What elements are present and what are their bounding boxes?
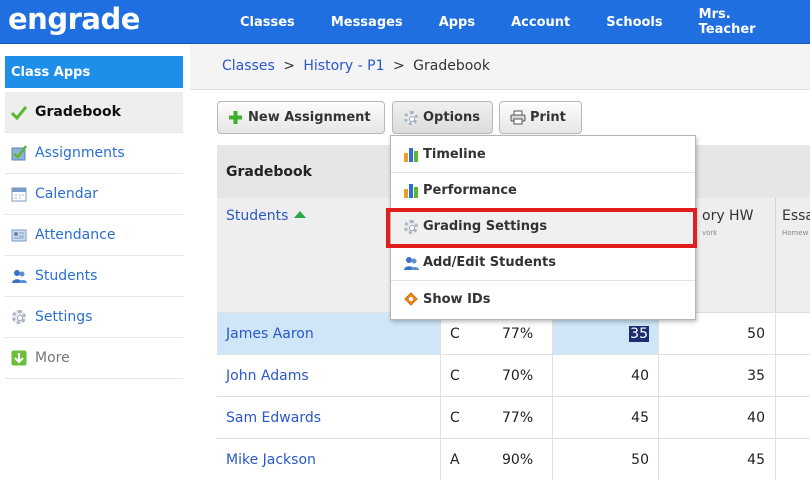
score-cell[interactable] <box>775 397 810 438</box>
gradebook-title: Gradebook <box>226 164 312 180</box>
score-cell[interactable]: 50 <box>552 439 658 480</box>
breadcrumb-current: Gradebook <box>413 58 490 74</box>
nav-account[interactable]: Account <box>493 0 588 44</box>
gear-icon <box>11 309 27 325</box>
sidebar-item-label: Calendar <box>35 186 98 202</box>
menu-item-add-edit-students[interactable]: Add/Edit Students <box>391 245 695 281</box>
student-name[interactable]: Sam Edwards <box>217 397 440 438</box>
score-cell[interactable] <box>775 355 810 396</box>
breadcrumb-classes[interactable]: Classes <box>222 58 275 74</box>
sidebar-header: Class Apps <box>5 56 183 88</box>
gear-icon <box>403 110 418 125</box>
letter-grade: C <box>440 397 492 438</box>
sidebar-item-more[interactable]: More <box>5 338 183 379</box>
sidebar-item-label: Settings <box>35 309 93 325</box>
assignment-column-header[interactable]: Essa Homew <box>775 198 810 312</box>
print-button[interactable]: Print <box>499 101 582 134</box>
students-header-label: Students <box>226 208 289 224</box>
print-label: Print <box>530 110 566 125</box>
assignment-title: Essa <box>782 208 810 224</box>
letter-grade: A <box>440 439 492 480</box>
score-cell[interactable]: 45 <box>658 439 775 480</box>
sidebar-item-gradebook[interactable]: Gradebook <box>5 92 183 133</box>
red-highlight-box <box>386 208 697 248</box>
options-label: Options <box>423 110 480 125</box>
menu-item-label: Add/Edit Students <box>423 255 556 270</box>
sidebar-item-label: Attendance <box>35 227 116 243</box>
sidebar-item-label: Students <box>35 268 98 284</box>
assignment-type: Homew <box>782 229 809 237</box>
assignment-type: vork <box>702 229 718 237</box>
menu-item-timeline[interactable]: Timeline <box>391 137 695 173</box>
score-cell[interactable]: 45 <box>552 397 658 438</box>
options-button[interactable]: Options <box>392 101 493 134</box>
score-cell[interactable]: 40 <box>552 355 658 396</box>
sort-ascending-icon <box>294 211 307 218</box>
calendar-icon <box>11 186 27 202</box>
table-row: Mike Jackson A 90% 50 45 <box>217 438 810 480</box>
sidebar-item-label: More <box>35 350 70 366</box>
engrade-logo[interactable]: engrade <box>8 2 140 36</box>
attendance-icon <box>11 227 27 243</box>
table-row: Sam Edwards C 77% 45 40 <box>217 396 810 438</box>
breadcrumb-separator: > <box>283 58 295 74</box>
menu-item-performance[interactable]: Performance <box>391 173 695 209</box>
sidebar-item-assignments[interactable]: Assignments <box>5 133 183 174</box>
new-assignment-button[interactable]: New Assignment <box>217 101 385 134</box>
bar-chart-icon <box>403 147 419 163</box>
breadcrumb-history-p1[interactable]: History - P1 <box>303 58 384 74</box>
students-icon <box>11 268 27 284</box>
score-value: 35 <box>629 325 649 342</box>
sidebar-item-label: Assignments <box>35 145 125 161</box>
student-name[interactable]: Mike Jackson <box>217 439 440 480</box>
download-arrow-icon <box>11 350 27 366</box>
nav-schools[interactable]: Schools <box>588 0 680 44</box>
percent-grade: 70% <box>502 367 534 384</box>
students-column-header[interactable]: Students <box>226 208 307 224</box>
nav-apps[interactable]: Apps <box>421 0 493 44</box>
bar-chart-icon <box>403 183 419 199</box>
sidebar-item-label: Gradebook <box>35 104 121 120</box>
nav-classes[interactable]: Classes <box>222 0 313 44</box>
checkmark-icon <box>10 104 28 121</box>
percent-grade: 90% <box>502 451 534 468</box>
diamond-tag-icon <box>403 291 419 307</box>
score-cell[interactable] <box>775 439 810 480</box>
student-name[interactable]: John Adams <box>217 355 440 396</box>
menu-item-label: Performance <box>423 183 517 198</box>
menu-item-label: Timeline <box>423 147 486 162</box>
table-row: John Adams C 70% 40 35 <box>217 354 810 396</box>
sidebar-item-attendance[interactable]: Attendance <box>5 215 183 256</box>
sidebar-item-students[interactable]: Students <box>5 256 183 297</box>
nav-user-menu[interactable]: Mrs. Teacher <box>681 0 810 44</box>
sidebar: Class Apps Gradebook Assignments Calenda… <box>0 44 190 481</box>
sidebar-item-calendar[interactable]: Calendar <box>5 174 183 215</box>
menu-item-show-ids[interactable]: Show IDs <box>391 281 695 317</box>
new-assignment-label: New Assignment <box>248 110 371 125</box>
score-cell[interactable] <box>775 313 810 354</box>
assignment-title: ory HW <box>702 208 754 224</box>
menu-item-label: Show IDs <box>423 291 491 307</box>
score-cell[interactable]: 35 <box>658 355 775 396</box>
breadcrumb-separator: > <box>392 58 405 74</box>
top-nav-menu: Classes Messages Apps Account Schools Mr… <box>222 0 810 44</box>
percent-grade: 77% <box>502 409 534 426</box>
printer-icon <box>510 110 526 125</box>
letter-grade: C <box>440 355 492 396</box>
sidebar-item-settings[interactable]: Settings <box>5 297 183 338</box>
breadcrumb: Classes > History - P1 > Gradebook <box>222 58 490 74</box>
students-icon <box>403 255 419 271</box>
plus-icon <box>228 110 243 125</box>
nav-messages[interactable]: Messages <box>313 0 421 44</box>
assignments-icon <box>11 145 28 161</box>
breadcrumb-bar: Classes > History - P1 > Gradebook <box>190 44 810 90</box>
score-cell[interactable]: 40 <box>658 397 775 438</box>
top-navigation-bar: engrade Classes Messages Apps Account Sc… <box>0 0 810 44</box>
